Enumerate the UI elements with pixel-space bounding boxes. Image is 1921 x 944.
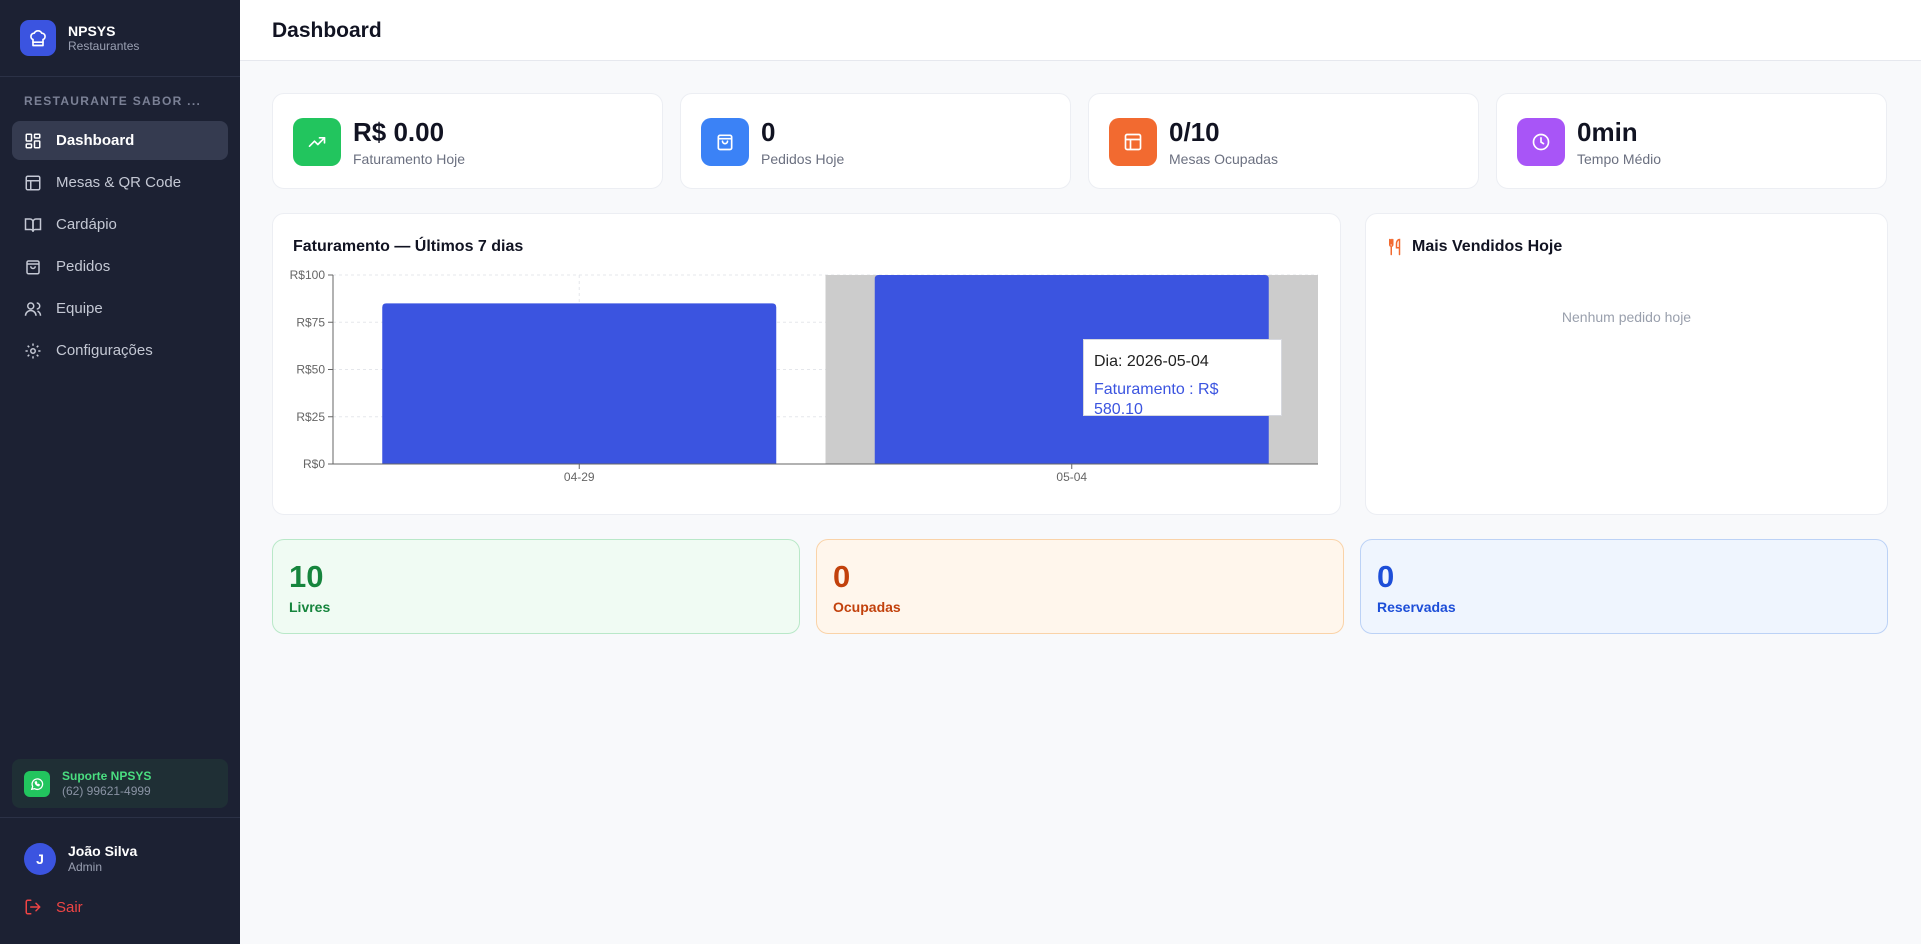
sidebar-nav: Dashboard Mesas & QR Code Cardápio Pedid… [12,121,228,373]
stat-label: Pedidos Hoje [761,151,845,167]
sidebar: NPSYS Restaurantes RESTAURANTE SABOR ...… [0,0,240,944]
sidebar-item-cardapio[interactable]: Cardápio [12,205,228,244]
users-icon [24,301,42,316]
divider [0,76,240,77]
divider [0,817,240,818]
brand-subtitle: Restaurantes [68,39,140,53]
stat-label: Tempo Médio [1577,151,1662,167]
sidebar-item-pedidos[interactable]: Pedidos [12,247,228,286]
tables-occupied-label: Ocupadas [833,599,901,615]
shopping-bag-icon [701,118,749,166]
brand[interactable]: NPSYS Restaurantes [20,20,139,56]
whatsapp-icon [24,770,50,797]
stat-label: Mesas Ocupadas [1169,151,1278,167]
tooltip-revenue: Faturamento : R$ 580.10 [1094,381,1219,418]
tables-reserved-card: 0 Reservadas [1360,539,1888,634]
tables-occupied-card: 0 Ocupadas [816,539,1344,634]
sidebar-item-label: Dashboard [56,132,135,149]
sidebar-item-label: Mesas & QR Code [56,174,182,191]
sidebar-item-label: Configurações [56,342,153,359]
avatar: J [24,843,56,875]
top-sellers-title: Mais Vendidos Hoje [1412,238,1563,255]
table-icon [25,175,41,190]
page-title: Dashboard [272,19,382,42]
tables-occupied-count: 0 [833,559,851,594]
brand-name: NPSYS [68,23,116,39]
support-contact[interactable]: Suporte NPSYS (62) 99621-4999 [12,759,228,808]
support-title: Suporte NPSYS [62,768,152,783]
sidebar-item-mesas[interactable]: Mesas & QR Code [12,163,228,202]
restaurant-name: RESTAURANTE SABOR ... [24,94,202,108]
logout-label: Sair [56,898,83,916]
support-phone: (62) 99621-4999 [62,783,151,798]
stat-value: 0min [1577,117,1638,147]
empty-state-message: Nenhum pedido hoje [1561,309,1692,325]
stat-card-tables: 0/10 Mesas Ocupadas [1088,93,1479,189]
sidebar-item-configuracoes[interactable]: Configurações [12,331,228,370]
sidebar-item-equipe[interactable]: Equipe [12,289,228,328]
chart-tooltip: Dia: 2026-05-04 Faturamento : R$ 580.10 [1083,339,1282,418]
sidebar-item-label: Equipe [56,300,103,317]
sidebar-item-dashboard[interactable]: Dashboard [12,121,228,160]
user-profile[interactable]: J João Silva Admin [24,843,137,875]
tables-reserved-count: 0 [1377,559,1395,594]
sidebar-item-label: Cardápio [56,216,117,233]
stat-card-avg-time: 0min Tempo Médio [1496,93,1887,189]
clock-icon [1517,118,1565,166]
bag-icon [26,259,40,274]
logout-icon [25,899,41,915]
top-header: Dashboard [240,0,1921,61]
sidebar-item-label: Pedidos [56,258,111,275]
chef-hat-icon [20,20,56,56]
gear-icon [25,343,41,358]
tables-free-label: Livres [289,599,331,615]
user-name: João Silva [68,843,138,859]
table-icon [1109,118,1157,166]
tables-free-card: 10 Livres [272,539,800,634]
stat-card-orders: 0 Pedidos Hoje [680,93,1071,189]
stat-value: 0/10 [1169,117,1220,147]
tables-free-count: 10 [289,559,324,594]
grid-icon [25,133,41,148]
trending-up-icon [293,118,341,166]
logout-button[interactable]: Sair [24,898,83,916]
tables-reserved-label: Reservadas [1377,599,1456,615]
utensils-icon [1389,238,1401,256]
stat-value: R$ 0.00 [353,117,445,147]
stat-card-revenue: R$ 0.00 Faturamento Hoje [272,93,663,189]
top-sellers-card: Mais Vendidos Hoje Nenhum pedido hoje [1365,213,1888,515]
book-icon [24,217,42,232]
chart-title: Faturamento — Últimos 7 dias [293,238,524,255]
stat-label: Faturamento Hoje [353,151,466,167]
user-role: Admin [68,860,103,874]
stat-value: 0 [761,117,776,147]
tooltip-day: Dia: 2026-05-04 [1094,353,1209,370]
